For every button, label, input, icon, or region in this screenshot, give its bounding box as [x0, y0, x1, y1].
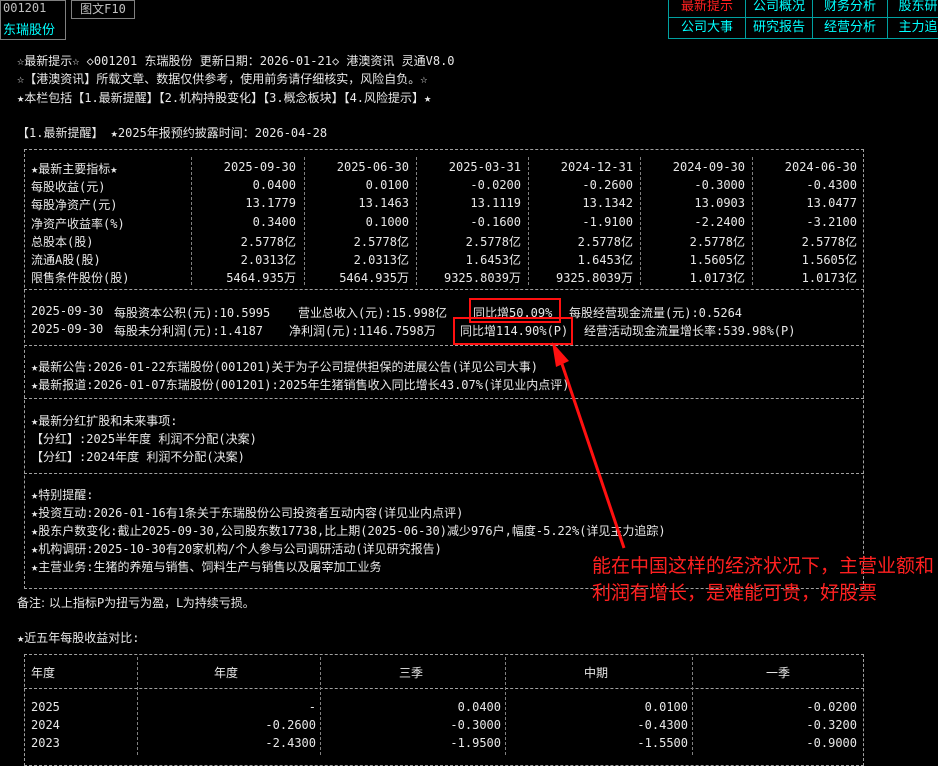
eps-value: -1.9500: [450, 736, 501, 750]
eps-column-header: 年度: [214, 666, 239, 680]
eps-value: -0.0200: [806, 700, 857, 714]
eps-year: 2023: [31, 736, 60, 750]
eps-value: -0.9000: [806, 736, 857, 750]
eps-value: -1.5500: [637, 736, 688, 750]
arrow-shaft: [560, 363, 626, 549]
eps-value: -0.3000: [450, 718, 501, 732]
annotation-text: 能在中国这样的经济状况下，主营业额和利润有增长，是难能可贵，好股票: [592, 555, 935, 604]
eps-header-divider: [24, 688, 864, 689]
eps-value: -0.4300: [637, 718, 688, 732]
arrow-head: [552, 342, 569, 367]
indicator-note: 备注: 以上指标P为扭亏为盈，L为持续亏损。: [17, 596, 255, 610]
eps-column-header: 三季: [399, 666, 424, 680]
eps-value: 0.0400: [457, 700, 501, 714]
eps-value: -: [308, 700, 316, 714]
col-sep: [137, 657, 138, 755]
eps-column-header: 年度: [31, 666, 56, 680]
eps-value: 0.0100: [644, 700, 688, 714]
annotation-arrow: [552, 342, 626, 549]
eps-value: -2.4300: [265, 736, 316, 750]
col-sep: [692, 657, 693, 755]
eps-value: -0.2600: [265, 718, 316, 732]
col-sep: [505, 657, 506, 755]
eps-5y-frame: [24, 654, 864, 766]
eps-year: 2024: [31, 718, 60, 732]
eps-column-header: 中期: [584, 666, 609, 680]
eps-5y-title: ★近五年每股收益对比:: [17, 631, 140, 645]
eps-value: -0.3200: [806, 718, 857, 732]
col-sep: [320, 657, 321, 755]
eps-year: 2025: [31, 700, 60, 714]
eps-column-header: 一季: [766, 666, 791, 680]
